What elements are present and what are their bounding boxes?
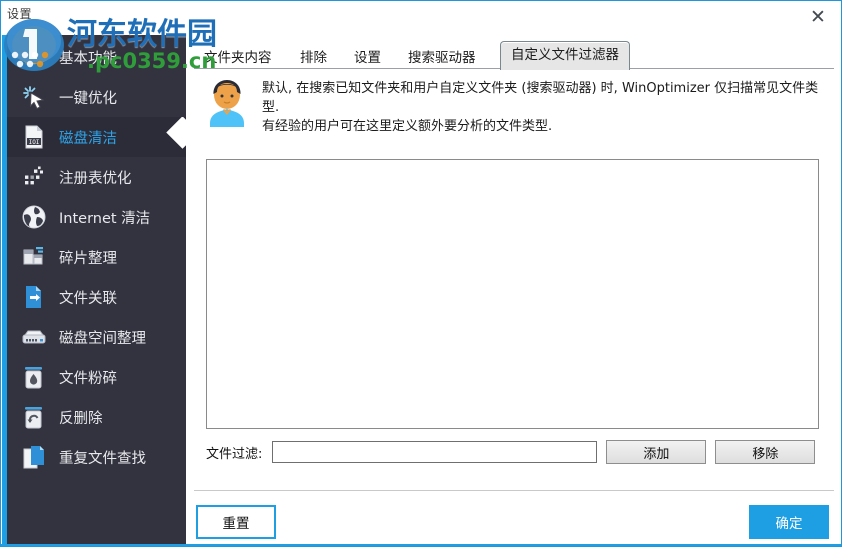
sidebar-item-label: Internet 清洁: [59, 210, 151, 227]
sidebar-item-8[interactable]: 磁盘空间整理: [7, 317, 186, 357]
tab-5[interactable]: 自定义文件过滤器: [500, 41, 630, 70]
tab-4[interactable]: 搜索驱动器: [404, 46, 480, 68]
info-line-1: 默认, 在搜索已知文件夹和用户自定义文件夹 (搜索驱动器) 时, WinOpti…: [262, 81, 819, 115]
ok-button[interactable]: 确定: [749, 505, 829, 539]
sidebar-item-9[interactable]: 文件粉碎: [7, 357, 186, 397]
shredder-icon: [19, 362, 49, 392]
sidebar-item-4[interactable]: 注册表优化: [7, 157, 186, 197]
sidebar-item-label: 文件粉碎: [59, 370, 117, 387]
sidebar-item-label: 重复文件查找: [59, 450, 146, 467]
tab-2[interactable]: 排除: [296, 46, 331, 68]
registry-dots-icon: [19, 162, 49, 192]
sidebar: 基本功能 一键优化 IOI 磁盘清洁 注册表优化 Internet 清洁 碎片整理 文件关联磁…: [2, 35, 186, 546]
user-avatar-icon: [206, 75, 248, 127]
sidebar-item-label: 反删除: [59, 410, 103, 427]
sidebar-item-6[interactable]: 碎片整理: [7, 237, 186, 277]
filter-label: 文件过滤:: [206, 446, 263, 462]
reset-button[interactable]: 重置: [196, 505, 276, 539]
file-link-icon: [19, 282, 49, 312]
content-panel: 文件夹内容 排除 设置 搜索驱动器 自定义文件过滤器 默认, 在搜索已知文件夹和用户自定…: [186, 35, 841, 546]
sidebar-item-label: 文件关联: [59, 290, 117, 307]
sidebar-item-label: 碎片整理: [59, 250, 117, 267]
defrag-icon: [19, 242, 49, 272]
undelete-icon: [19, 402, 49, 432]
sidebar-item-label: 磁盘空间整理: [59, 330, 146, 347]
info-banner: 默认, 在搜索已知文件夹和用户自定义文件夹 (搜索驱动器) 时, WinOpti…: [206, 75, 826, 136]
info-line-2: 有经验的用户可在这里定义额外要分析的文件类型.: [262, 119, 553, 134]
sidebar-item-10[interactable]: 反删除: [7, 397, 186, 437]
sidebar-item-1[interactable]: 基本功能: [7, 37, 186, 77]
settings-window: 设置 ✕ 基本功能一键优化 IOI 磁盘清洁注册表优化 Internet 清洁 碎片整理…: [0, 0, 842, 547]
sidebar-item-3[interactable]: IOI 磁盘清洁: [7, 117, 186, 157]
document-disk-icon: IOI: [19, 122, 49, 152]
footer-divider: [194, 490, 834, 491]
custom-filter-list[interactable]: [206, 159, 819, 429]
globe-icon: [19, 202, 49, 232]
sidebar-item-label: 基本功能: [59, 50, 117, 67]
harddisk-icon: [19, 322, 49, 352]
tab-1[interactable]: 文件夹内容: [200, 46, 276, 68]
duplicate-files-icon: [19, 442, 49, 472]
sidebar-item-7[interactable]: 文件关联: [7, 277, 186, 317]
bottom-accent-strip: [1, 544, 841, 546]
title-bar: 设置 ✕: [1, 1, 841, 35]
remove-button[interactable]: 移除: [715, 440, 816, 464]
svg-text:IOI: IOI: [29, 139, 40, 146]
tab-strip: 文件夹内容 排除 设置 搜索驱动器 自定义文件过滤器: [186, 38, 841, 70]
sidebar-item-2[interactable]: 一键优化: [7, 77, 186, 117]
active-pointer-icon: [166, 117, 186, 157]
cursor-sparkle-icon: [19, 82, 49, 112]
sidebar-item-label: 一键优化: [59, 90, 117, 107]
sidebar-item-label: 注册表优化: [59, 170, 132, 187]
sidebar-item-5[interactable]: Internet 清洁: [7, 197, 186, 237]
filter-row: 文件过滤: 添加 移除: [206, 440, 821, 464]
window-title: 设置: [7, 7, 33, 21]
add-button[interactable]: 添加: [606, 440, 707, 464]
sidebar-item-label: 磁盘清洁: [59, 130, 117, 147]
tab-3[interactable]: 设置: [350, 46, 385, 68]
dots-grid-icon: [19, 42, 49, 72]
info-text: 默认, 在搜索已知文件夹和用户自定义文件夹 (搜索驱动器) 时, WinOpti…: [262, 75, 826, 136]
sidebar-item-11[interactable]: 重复文件查找: [7, 437, 186, 477]
close-icon[interactable]: ✕: [801, 3, 835, 31]
filter-input[interactable]: [272, 441, 598, 463]
